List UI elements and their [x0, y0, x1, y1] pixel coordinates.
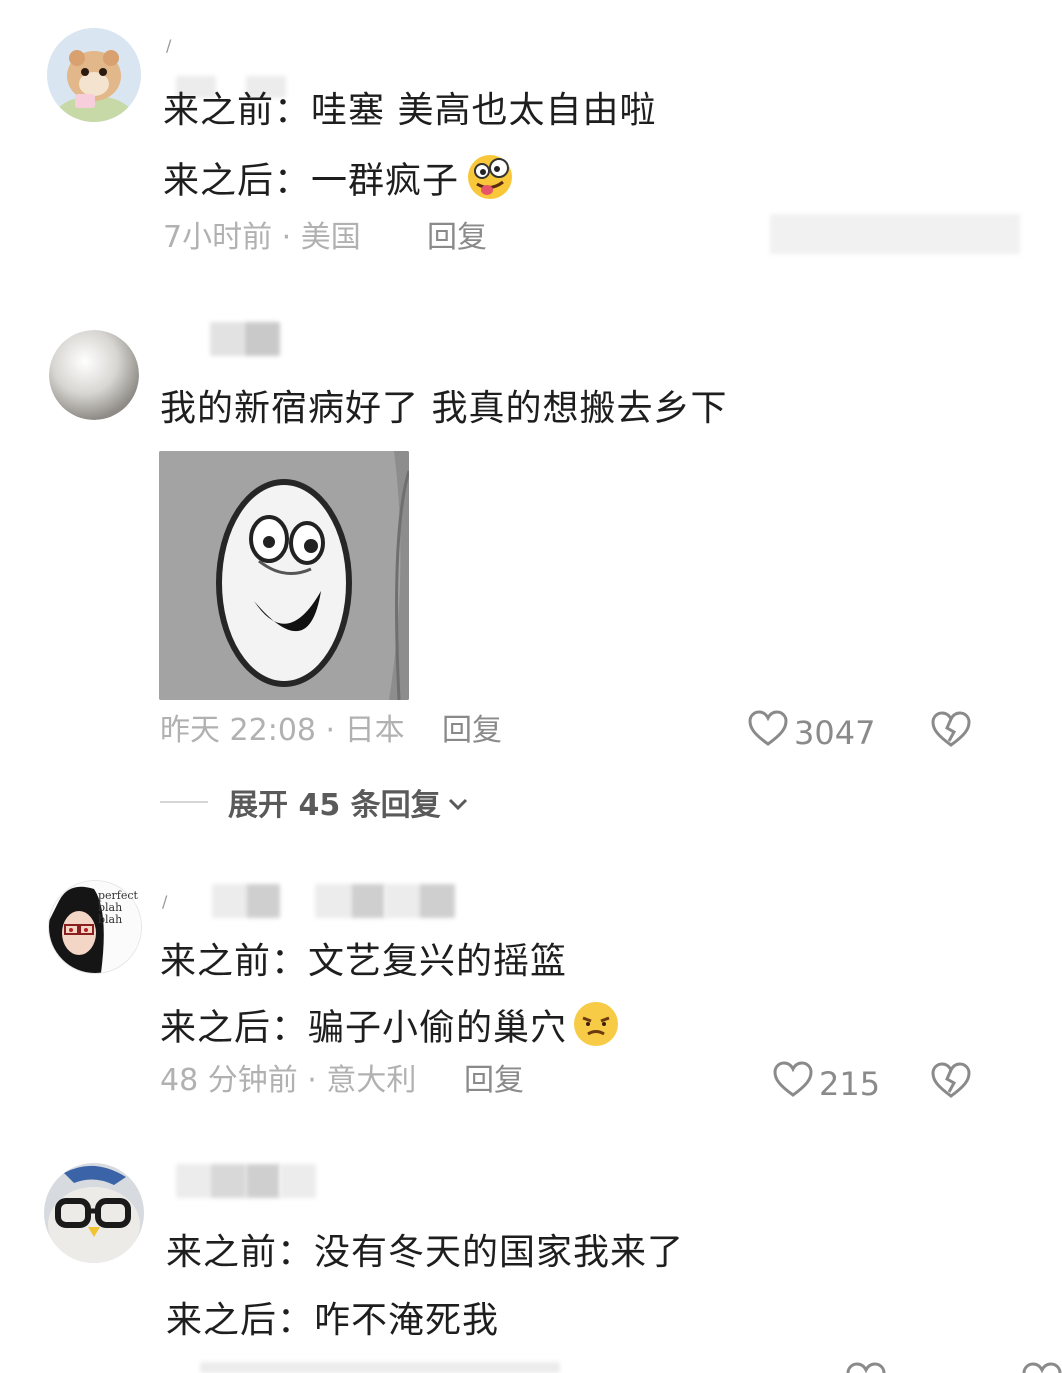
avatar-caption: perfect blah blah: [98, 889, 138, 926]
cutoff-broken-heart-icon: [1022, 1362, 1062, 1373]
heart-icon: [773, 1061, 813, 1107]
broken-heart-icon: [931, 711, 971, 753]
username-blur: [210, 1164, 246, 1198]
crazy-face-emoji: [463, 152, 517, 213]
cutoff-heart-icon: [846, 1362, 886, 1373]
username-fragment: /: [166, 36, 172, 55]
username-blur: [351, 884, 385, 918]
comment-text-line: 来之后：一群疯子: [163, 152, 517, 213]
username-blur: [315, 884, 351, 918]
username-blur: [246, 1164, 280, 1198]
dislike-button[interactable]: [931, 1062, 971, 1104]
reply-button[interactable]: 回复: [464, 1063, 524, 1099]
heart-icon: [748, 710, 788, 756]
like-count: 3047: [794, 714, 876, 752]
username-blur: [280, 1164, 316, 1198]
comment-text-line: 来之前：文艺复兴的摇篮: [160, 941, 568, 982]
comment-text-line: 来之后：骗子小偷的巢穴: [160, 1000, 621, 1059]
username-fragment: /: [162, 892, 168, 911]
expand-replies-label: 展开 45 条回复: [228, 788, 441, 823]
expand-divider: [160, 801, 208, 803]
comment-text-line: 我的新宿病好了 我真的想搬去乡下: [160, 388, 728, 429]
annoyed-face-emoji: [571, 1000, 621, 1059]
like-button[interactable]: 3047: [748, 710, 875, 756]
ghost-face-meme-image[interactable]: [159, 451, 409, 700]
username-blur: [210, 322, 244, 356]
like-button[interactable]: 215: [773, 1061, 880, 1107]
chevron-down-icon: [447, 785, 469, 820]
comment-time-location: 48 分钟前 · 意大利: [160, 1063, 417, 1098]
pearl-avatar-icon[interactable]: [49, 330, 139, 420]
username-blur: [246, 884, 280, 918]
cutoff-meta-row: [200, 1362, 560, 1373]
expand-replies-button[interactable]: 展开 45 条回复: [160, 780, 469, 824]
username-blur: [419, 884, 455, 918]
like-area-blur: [770, 214, 1020, 254]
like-count: 215: [819, 1065, 881, 1103]
reply-button[interactable]: 回复: [442, 713, 502, 749]
glasses-avatar-icon[interactable]: [44, 1163, 144, 1263]
hamster-avatar-icon[interactable]: [47, 28, 141, 122]
username-blur: [176, 1164, 210, 1198]
dislike-button[interactable]: [931, 711, 971, 753]
reply-button[interactable]: 回复: [427, 220, 487, 256]
broken-heart-icon: [931, 1062, 971, 1104]
username-blur: [244, 322, 280, 356]
comment-time-location: 7小时前 · 美国: [163, 220, 361, 255]
comment-text-line: 来之前：没有冬天的国家我来了: [166, 1232, 685, 1273]
comment-time-location: 昨天 22:08 · 日本: [160, 713, 405, 748]
username-blur: [212, 884, 246, 918]
comment-text-line: 来之后：咋不淹死我: [166, 1300, 500, 1341]
comment-text-line: 来之前：哇塞 美高也太自由啦: [163, 90, 657, 131]
username-blur: [385, 884, 419, 918]
